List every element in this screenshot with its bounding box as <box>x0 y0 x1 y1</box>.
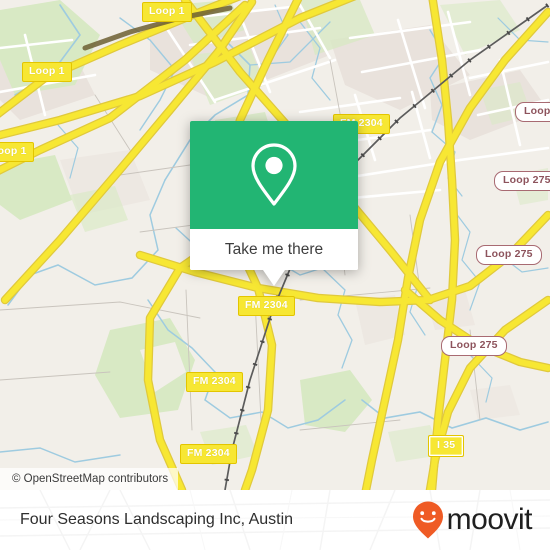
popup-body: Take me there <box>190 121 358 286</box>
road-label-loop275-upper: Loop 275 <box>494 171 550 191</box>
map-canvas[interactable]: Loop 1 Loop 1 Loop 1 FM 2304 FM 2304 FM … <box>0 0 550 490</box>
attribution-text: © OpenStreetMap contributors <box>12 473 169 485</box>
road-label-i35: I 35 <box>428 435 465 457</box>
road-label-loop275-lower: Loop 275 <box>441 336 507 356</box>
popup-tail <box>263 270 285 286</box>
moovit-logo[interactable]: moovit <box>411 500 533 540</box>
road-label-loop1-top: Loop 1 <box>142 2 192 22</box>
moovit-wordmark: moovit <box>446 503 533 536</box>
location-popup[interactable]: Take me there <box>190 121 358 286</box>
page-title: Four Seasons Landscaping Inc, Austin <box>20 511 294 528</box>
moovit-smiling-pin-icon <box>412 501 443 539</box>
road-label-loop275-mid: Loop 275 <box>476 245 542 265</box>
road-label-fm2304-bottom: FM 2304 <box>180 444 237 464</box>
road-label-loop-topright: Loop <box>515 102 550 122</box>
map-attribution[interactable]: © OpenStreetMap contributors <box>0 468 179 490</box>
road-label-fm2304-mid: FM 2304 <box>238 296 295 316</box>
popup-image-area <box>190 121 358 229</box>
road-label-loop1-left: Loop 1 <box>22 62 72 82</box>
take-me-there-button[interactable]: Take me there <box>190 229 358 270</box>
road-label-fm2304-lower: FM 2304 <box>186 372 243 392</box>
map-pin-icon <box>251 143 297 206</box>
map-screenshot: Loop 1 Loop 1 Loop 1 FM 2304 FM 2304 FM … <box>0 0 550 550</box>
bottom-info-bar: Four Seasons Landscaping Inc, Austin moo… <box>0 490 550 550</box>
road-label-loop1-edge: Loop 1 <box>0 142 34 162</box>
